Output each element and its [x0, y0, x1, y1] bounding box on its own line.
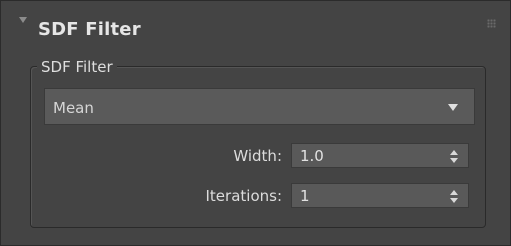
chevron-down-icon	[448, 104, 458, 111]
collapse-arrow-icon[interactable]	[19, 17, 27, 23]
rollout-title[interactable]: SDF Filter	[38, 19, 141, 40]
spin-up-icon[interactable]	[450, 190, 458, 195]
iterations-label: Iterations:	[205, 187, 283, 205]
spin-down-icon[interactable]	[450, 158, 458, 163]
filter-type-value: Mean	[53, 99, 94, 117]
spinner-arrows-icon[interactable]	[450, 190, 458, 203]
iterations-value[interactable]: 1	[300, 187, 310, 205]
spinner-arrows-icon[interactable]	[450, 150, 458, 163]
filter-type-dropdown[interactable]: Mean	[44, 88, 475, 125]
spin-up-icon[interactable]	[450, 150, 458, 155]
rollout-header[interactable]: SDF Filter	[1, 1, 510, 43]
iterations-spinner[interactable]: 1	[291, 183, 469, 208]
drag-grip-icon[interactable]	[487, 19, 496, 28]
group-title: SDF Filter	[37, 59, 117, 75]
width-spinner[interactable]: 1.0	[291, 143, 469, 168]
width-label: Width:	[233, 147, 282, 165]
spin-down-icon[interactable]	[450, 198, 458, 203]
width-value[interactable]: 1.0	[300, 147, 324, 165]
